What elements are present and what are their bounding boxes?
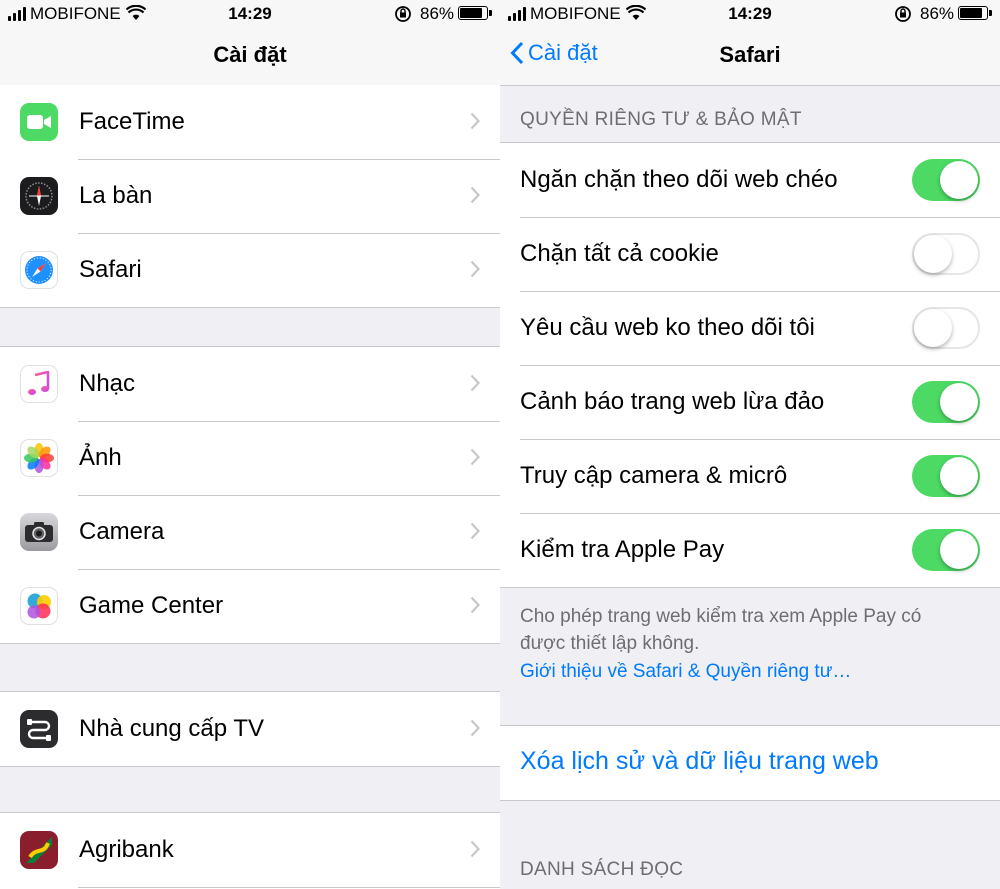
settings-group-2: Nhạc Ảnh Camera Game Center — [0, 346, 500, 644]
chevron-right-icon — [470, 596, 480, 614]
setting-row-block-all-cookies: Chặn tất cả cookie — [500, 217, 1000, 291]
setting-row-camera-mic-access: Truy cập camera & micrô — [500, 439, 1000, 513]
photos-icon — [20, 439, 58, 477]
compass-icon — [20, 177, 58, 215]
settings-row-label: Safari — [79, 256, 142, 283]
apple-pay-toggle[interactable] — [912, 529, 980, 571]
settings-row-music[interactable]: Nhạc — [0, 347, 500, 421]
chevron-right-icon — [470, 719, 480, 737]
battery-level — [960, 8, 983, 18]
chevron-right-icon — [470, 186, 480, 204]
settings-group-3: Nhà cung cấp TV — [0, 691, 500, 767]
settings-row-label: Camera — [79, 518, 165, 545]
toggle-knob — [940, 531, 978, 569]
chevron-right-icon — [470, 260, 480, 278]
agribank-icon — [20, 831, 58, 869]
do-not-track-toggle[interactable] — [912, 307, 980, 349]
battery-percent: 86% — [420, 4, 455, 23]
orientation-lock-icon — [895, 6, 911, 22]
toggle-knob — [914, 235, 952, 273]
footer-note-text: Cho phép trang web kiểm tra xem Apple Pa… — [520, 606, 922, 654]
facetime-icon — [20, 103, 58, 141]
apple-pay-footer: Cho phép trang web kiểm tra xem Apple Pa… — [520, 603, 970, 685]
chevron-right-icon — [470, 112, 480, 130]
setting-label: Cảnh báo trang web lừa đảo — [520, 388, 825, 415]
settings-row-camera[interactable]: Camera — [0, 495, 500, 569]
settings-group-4: Agribank — [0, 812, 500, 889]
setting-row-fraud-warning: Cảnh báo trang web lừa đảo — [500, 365, 1000, 439]
settings-row-label: Game Center — [79, 592, 224, 619]
prevent-tracking-toggle[interactable] — [912, 159, 980, 201]
setting-label: Kiểm tra Apple Pay — [520, 536, 725, 563]
settings-row-agribank[interactable]: Agribank — [0, 813, 500, 887]
camera-icon — [20, 513, 58, 551]
status-bar: MOBIFONE 14:29 86% — [0, 0, 500, 28]
settings-row-label: FaceTime — [79, 108, 185, 135]
settings-row-compass[interactable]: La bàn — [0, 159, 500, 233]
chevron-right-icon — [470, 522, 480, 540]
chevron-right-icon — [470, 840, 480, 858]
section-header-reading-list: DANH SÁCH ĐỌC — [520, 859, 684, 880]
setting-label: Ngăn chặn theo dõi web chéo — [520, 166, 838, 193]
safari-icon — [20, 251, 58, 289]
setting-label: Yêu cầu web ko theo dõi tôi — [520, 314, 815, 341]
status-bar: MOBIFONE 14:29 86% — [500, 0, 1000, 28]
settings-pane: MOBIFONE 14:29 86% Cài đặt FaceTime La b… — [0, 0, 500, 889]
setting-row-do-not-track: Yêu cầu web ko theo dõi tôi — [500, 291, 1000, 365]
setting-label: Truy cập camera & micrô — [520, 462, 788, 489]
toggle-knob — [940, 457, 978, 495]
setting-row-prevent-cross-site-tracking: Ngăn chặn theo dõi web chéo — [500, 143, 1000, 217]
clear-history-button[interactable]: Xóa lịch sử và dữ liệu trang web — [500, 725, 1000, 801]
chevron-right-icon — [470, 374, 480, 392]
section-header-privacy: QUYỀN RIÊNG TƯ & BẢO MẬT — [520, 109, 802, 130]
navigation-bar: Cài đặt — [0, 28, 500, 86]
settings-row-tv-provider[interactable]: Nhà cung cấp TV — [0, 692, 500, 766]
page-title: Safari — [719, 42, 781, 67]
toggle-knob — [940, 383, 978, 421]
settings-row-label: La bàn — [79, 182, 153, 209]
toggle-knob — [940, 161, 978, 199]
privacy-settings-group: Ngăn chặn theo dõi web chéo Chặn tất cả … — [500, 142, 1000, 588]
page-title: Cài đặt — [213, 42, 287, 67]
battery-percent: 86% — [920, 4, 955, 23]
chevron-right-icon — [470, 448, 480, 466]
battery-icon — [958, 6, 992, 20]
music-icon — [20, 365, 58, 403]
clear-history-label: Xóa lịch sử và dữ liệu trang web — [520, 747, 879, 775]
settings-row-label: Nhạc — [79, 370, 136, 397]
navigation-bar: Cài đặt Safari — [500, 28, 1000, 86]
fraud-warning-toggle[interactable] — [912, 381, 980, 423]
about-safari-privacy-link[interactable]: Giới thiệu về Safari & Quyền riêng tư… — [520, 658, 970, 685]
block-cookies-toggle[interactable] — [912, 233, 980, 275]
settings-row-label: Agribank — [79, 836, 174, 863]
tv-provider-icon — [20, 710, 58, 748]
settings-row-label: Nhà cung cấp TV — [79, 715, 265, 742]
battery-level — [460, 8, 483, 18]
battery-icon — [458, 6, 492, 20]
settings-row-facetime[interactable]: FaceTime — [0, 85, 500, 159]
settings-row-photos[interactable]: Ảnh — [0, 421, 500, 495]
game-center-icon — [20, 587, 58, 625]
settings-row-safari[interactable]: Safari — [0, 233, 500, 307]
settings-row-label: Ảnh — [79, 444, 122, 471]
toggle-knob — [914, 309, 952, 347]
safari-settings-pane: MOBIFONE 14:29 86% Cài đặt Safari QUYỀN … — [500, 0, 1000, 889]
setting-row-check-apple-pay: Kiểm tra Apple Pay — [500, 513, 1000, 587]
setting-label: Chặn tất cả cookie — [520, 240, 719, 267]
orientation-lock-icon — [395, 6, 411, 22]
settings-group-1: FaceTime La bàn Safari — [0, 85, 500, 308]
settings-row-game-center[interactable]: Game Center — [0, 569, 500, 643]
camera-mic-toggle[interactable] — [912, 455, 980, 497]
